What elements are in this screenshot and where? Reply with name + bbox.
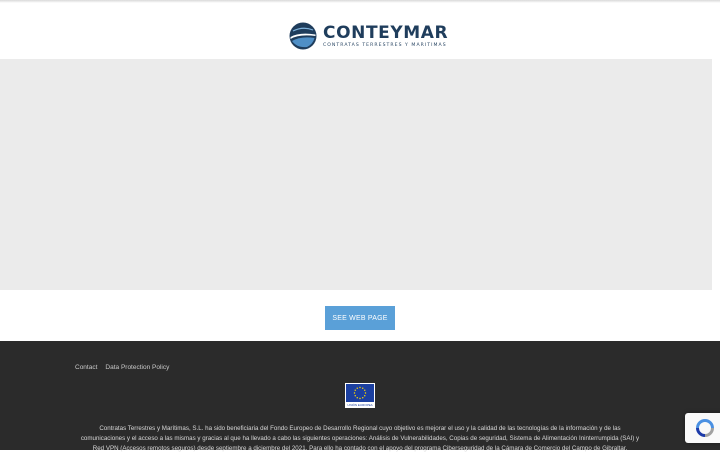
recaptcha-badge[interactable] [685, 413, 720, 443]
logo-text: CONTEYMAR CONTRATAS TERRESTRES Y MARITIM… [323, 24, 448, 49]
footer-link-data-protection[interactable]: Data Protection Policy [105, 364, 169, 371]
header-top-shadow [0, 0, 720, 3]
logo-tagline: CONTRATAS TERRESTRES Y MARITIMAS [323, 42, 447, 48]
footer-links: Contact Data Protection Policy [75, 364, 169, 371]
eu-flag-icon [346, 384, 374, 402]
page-edge [712, 59, 720, 290]
hero-image-placeholder [0, 59, 712, 290]
eu-logo: UNIÓN EUROPEA [345, 383, 375, 408]
logo-name: CONTEYMAR [323, 22, 449, 43]
see-web-page-button[interactable]: SEE WEB PAGE [325, 306, 395, 330]
conteymar-logo-icon [289, 22, 317, 50]
footer-link-contact[interactable]: Contact [75, 364, 97, 371]
recaptcha-icon [696, 419, 714, 437]
eu-caption: UNIÓN EUROPEA [347, 403, 373, 407]
site-logo[interactable]: CONTEYMAR CONTRATAS TERRESTRES Y MARITIM… [289, 22, 448, 50]
site-footer: Contact Data Protection Policy UNIÓN EUR… [0, 341, 720, 452]
site-header: CONTEYMAR CONTRATAS TERRESTRES Y MARITIM… [0, 0, 720, 60]
